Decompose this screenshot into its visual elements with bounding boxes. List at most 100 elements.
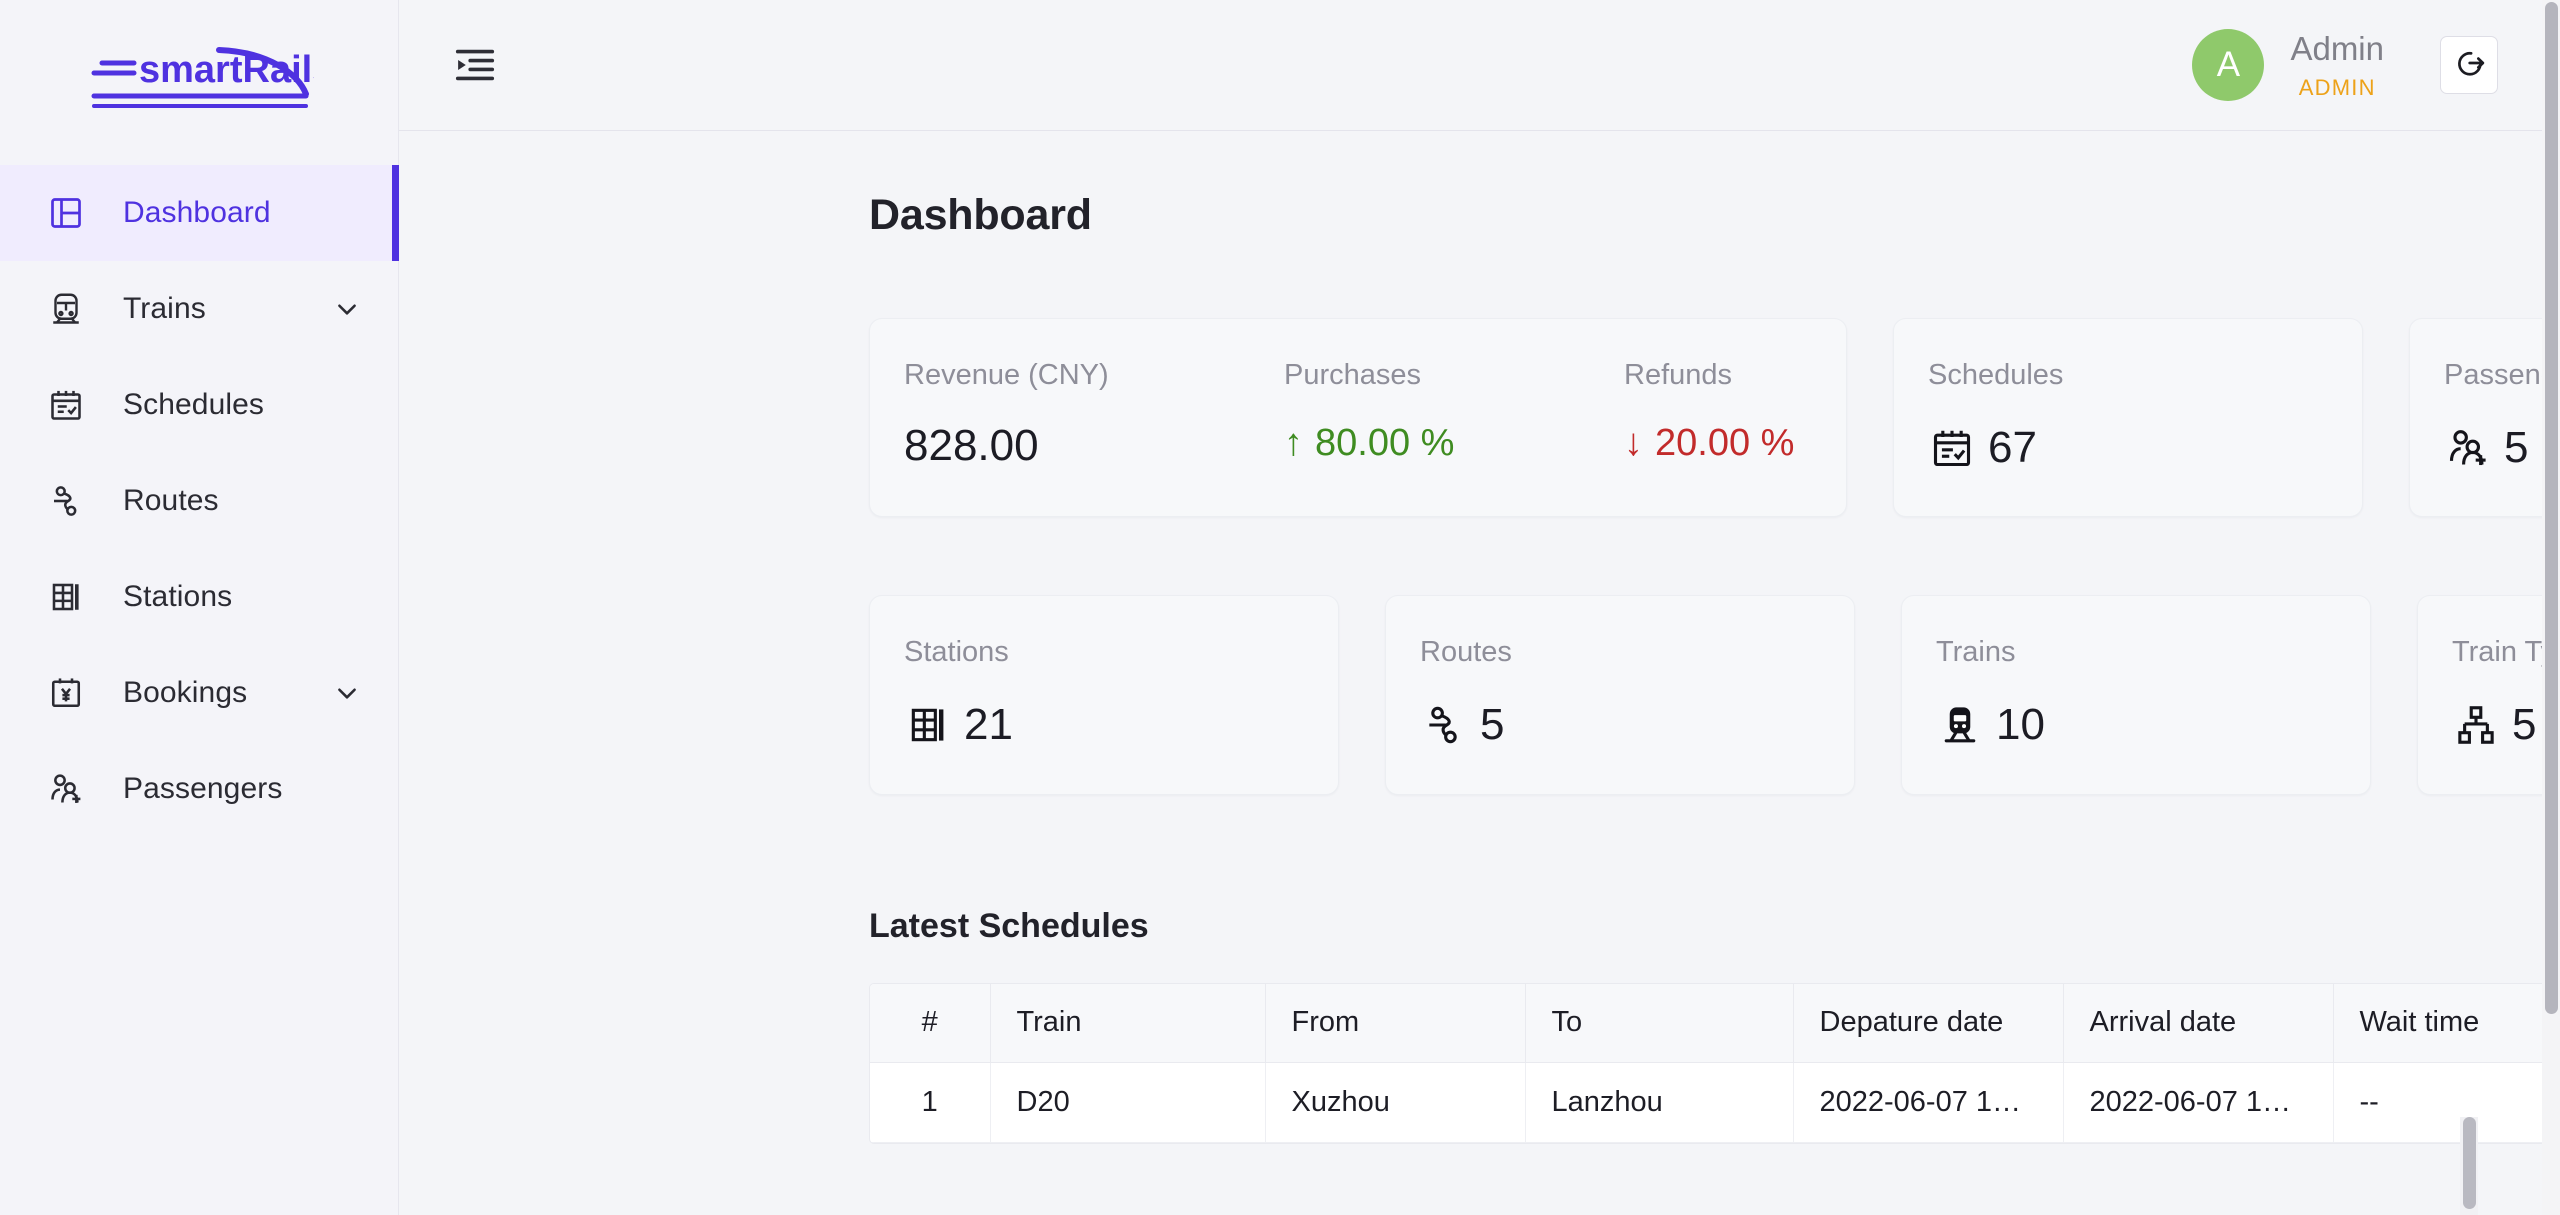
- table-scrollbar[interactable]: [2460, 1117, 2478, 1215]
- sidebar-item-stations[interactable]: Stations: [0, 549, 398, 645]
- content: Dashboard Revenue (CNY) 828.00 Purchases…: [399, 131, 2560, 1215]
- cell-num: 1: [870, 1062, 991, 1143]
- hierarchy-icon: [2452, 701, 2500, 749]
- table-head: # Train From To Depature date Arrival da…: [870, 984, 2560, 1063]
- page-scrollbar[interactable]: [2542, 0, 2560, 1215]
- metric-value: 10: [1936, 701, 2370, 749]
- sidebar-item-label: Trains: [123, 292, 206, 325]
- sidebar-item-routes[interactable]: Routes: [0, 453, 398, 549]
- calendar-yen-icon: [45, 672, 87, 714]
- cell-departure-date: 2022-06-07 10:00: [1793, 1062, 2064, 1143]
- table-header-row: # Train From To Depature date Arrival da…: [870, 984, 2560, 1063]
- train-front-icon: [1936, 701, 1984, 749]
- column-header-departure-date[interactable]: Depature date: [1793, 984, 2064, 1063]
- metric-label: Schedules: [1928, 359, 2064, 391]
- table-row[interactable]: 1 D20 Xuzhou Lanzhou 2022-06-07 10:00 20…: [870, 1062, 2560, 1143]
- latest-schedules-table: # Train From To Depature date Arrival da…: [870, 984, 2560, 1143]
- layout-icon: [45, 192, 87, 234]
- user-meta: Admin ADMIN: [2290, 29, 2384, 101]
- cell-from: Xuzhou: [1265, 1062, 1526, 1143]
- metric-number: 10: [1996, 700, 2045, 749]
- trains-card: Trains 10: [1901, 595, 2371, 795]
- sidebar-item-dashboard[interactable]: Dashboard: [0, 165, 399, 261]
- route-icon: [45, 480, 87, 522]
- sidebar-item-passengers[interactable]: Passengers: [0, 741, 398, 837]
- metric-label: Revenue (CNY): [904, 359, 1109, 391]
- column-header-train[interactable]: Train: [990, 984, 1266, 1063]
- sidebar-item-label: Routes: [123, 484, 219, 517]
- app-root: smartRails Dashboard Trains Schedules Ro…: [0, 0, 2560, 1215]
- metric-number: 5: [2512, 700, 2537, 749]
- avatar: A: [2192, 29, 2265, 101]
- metric-value: 828.00: [904, 421, 1039, 470]
- metrics-row-1: Revenue (CNY) 828.00 Purchases ↑ 80.00 %…: [869, 318, 2560, 517]
- chevron-down-icon[interactable]: [334, 680, 360, 706]
- menu-fold-icon[interactable]: [447, 37, 503, 93]
- metric-label: Refunds: [1624, 359, 1733, 391]
- metrics-row-2: Stations 21 Routes 5 Trains 10 Train 5: [869, 595, 2560, 795]
- metric-number: 5: [1480, 700, 1505, 749]
- metric-value: 5: [1420, 701, 1854, 749]
- train-front-icon: [45, 288, 87, 330]
- metric-label: Stations: [904, 636, 1009, 668]
- metric-value: ↓ 20.00 %: [1624, 424, 1846, 462]
- arrow-down-icon: ↓: [1624, 422, 1643, 464]
- metric-label: Routes: [1420, 636, 1512, 668]
- sidebar-nav: Dashboard Trains Schedules Routes Statio…: [0, 165, 399, 837]
- sidebar-item-bookings[interactable]: Bookings: [0, 645, 398, 741]
- table-body: 1 D20 Xuzhou Lanzhou 2022-06-07 10:00 20…: [870, 1062, 2560, 1143]
- topbar: A Admin ADMIN: [399, 0, 2560, 131]
- cell-train: D20: [990, 1062, 1266, 1143]
- column-header-to[interactable]: To: [1525, 984, 1794, 1063]
- table-scrollbar-thumb[interactable]: [2463, 1117, 2476, 1209]
- revenue-card: Revenue (CNY) 828.00 Purchases ↑ 80.00 %…: [869, 318, 1847, 517]
- arrow-up-icon: ↑: [1284, 422, 1303, 464]
- revenue-metric: Revenue (CNY) 828.00: [904, 361, 1284, 516]
- cell-to: Lanzhou: [1525, 1062, 1794, 1143]
- metric-value: 67: [1928, 424, 2362, 472]
- user-add-icon: [45, 768, 87, 810]
- user-name: Admin: [2290, 30, 2384, 67]
- latest-schedules-table-wrapper: # Train From To Depature date Arrival da…: [869, 983, 2560, 1144]
- metric-number: 67: [1988, 423, 2037, 472]
- column-header-arrival-date[interactable]: Arrival date: [2063, 984, 2334, 1063]
- calendar-check-icon: [1928, 424, 1976, 472]
- chevron-down-icon[interactable]: [334, 296, 360, 322]
- sidebar-item-label: Passengers: [123, 772, 283, 805]
- routes-card: Routes 5: [1385, 595, 1855, 795]
- stations-card: Stations 21: [869, 595, 1339, 795]
- sidebar-item-label: Schedules: [123, 388, 264, 421]
- grid-station-icon: [904, 701, 952, 749]
- page-scrollbar-thumb[interactable]: [2545, 2, 2558, 1014]
- metric-number: 5: [2504, 423, 2529, 472]
- user-role-badge: ADMIN: [2298, 74, 2376, 100]
- sidebar-item-label: Dashboard: [123, 196, 271, 229]
- purchases-metric: Purchases ↑ 80.00 %: [1284, 361, 1624, 516]
- refunds-metric: Refunds ↓ 20.00 %: [1624, 361, 1846, 516]
- metric-label: Purchases: [1284, 359, 1422, 391]
- train-types-card: Train Types: [2417, 595, 2560, 795]
- column-header-from[interactable]: From: [1265, 984, 1526, 1063]
- metric-value: ↑ 80.00 %: [1284, 424, 1624, 462]
- smartrails-logo-icon: smartRails: [91, 47, 314, 108]
- page-title: Dashboard: [869, 191, 1092, 239]
- schedules-card: Schedules 67: [1893, 318, 2363, 517]
- column-header-label: Wait time: [2359, 1006, 2480, 1039]
- column-header-num[interactable]: #: [870, 984, 991, 1063]
- cell-arrival-date: 2022-06-07 14:29: [2063, 1062, 2334, 1143]
- brand-logo[interactable]: smartRails: [0, 0, 398, 140]
- cell-wait-time: --: [2333, 1062, 2560, 1143]
- user-block[interactable]: A Admin ADMIN: [2192, 29, 2384, 101]
- metric-label: Trains: [1936, 636, 2016, 668]
- grid-station-icon: [45, 576, 87, 618]
- metric-value: 21: [904, 701, 1338, 749]
- sidebar-item-label: Stations: [123, 580, 233, 613]
- passengers-card: Passengers 5: [2409, 318, 2560, 517]
- route-icon: [1420, 701, 1468, 749]
- user-add-icon: [2444, 424, 2492, 472]
- sidebar-item-schedules[interactable]: Schedules: [0, 357, 398, 453]
- column-header-wait-time[interactable]: Wait time: [2333, 984, 2560, 1063]
- sidebar-item-trains[interactable]: Trains: [0, 261, 398, 357]
- main-area: A Admin ADMIN Dashboard Revenue (CNY) 82…: [399, 0, 2560, 1215]
- logout-button[interactable]: [2440, 36, 2498, 94]
